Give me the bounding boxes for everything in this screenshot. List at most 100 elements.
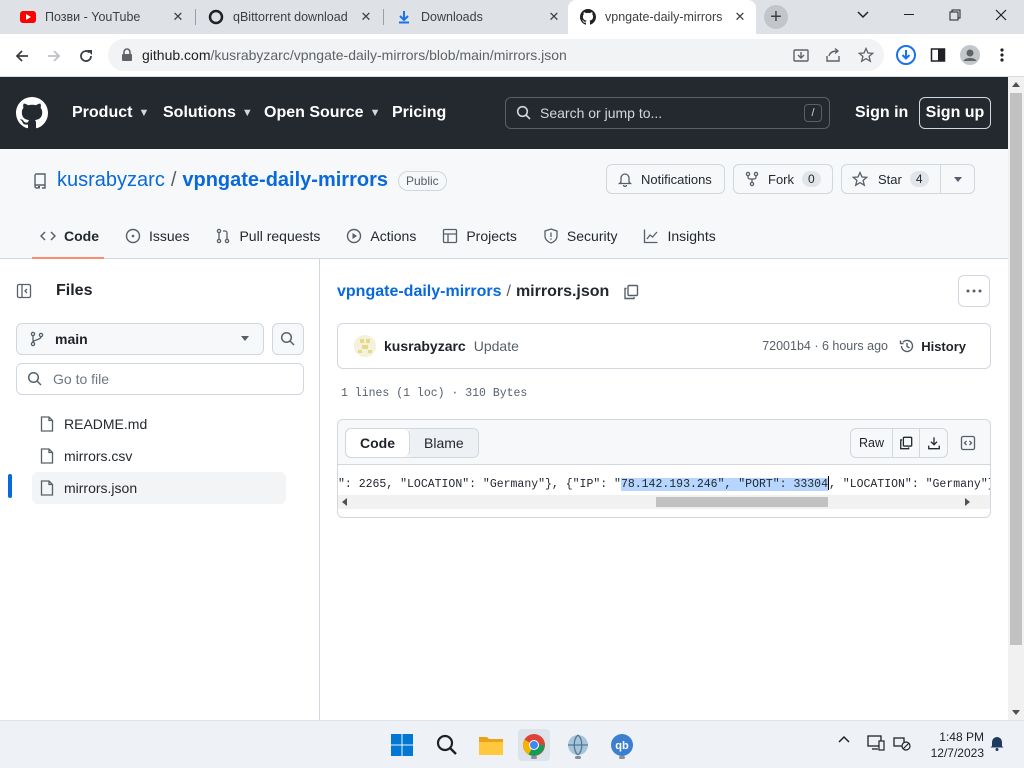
close-tab-icon[interactable]: ✕ bbox=[732, 9, 748, 25]
star-dropdown-button[interactable] bbox=[940, 164, 975, 194]
start-menu-icon[interactable] bbox=[386, 729, 418, 761]
downloads-icon[interactable] bbox=[895, 44, 917, 66]
search-input[interactable]: Search or jump to... / bbox=[505, 97, 830, 129]
minimize-icon[interactable] bbox=[886, 0, 932, 30]
commit-message-link[interactable]: Update bbox=[474, 338, 519, 354]
fork-label: Fork bbox=[768, 171, 794, 187]
blame-view-tab[interactable]: Blame bbox=[410, 429, 478, 457]
file-readme[interactable]: README.md bbox=[32, 408, 286, 440]
file-mirrors-csv[interactable]: mirrors.csv bbox=[32, 440, 286, 472]
show-hidden-icons-icon[interactable] bbox=[836, 735, 852, 743]
close-window-icon[interactable] bbox=[978, 0, 1024, 30]
scroll-up-icon[interactable] bbox=[1012, 82, 1020, 87]
page-vertical-scrollbar[interactable] bbox=[1008, 77, 1024, 720]
code-text: ": 2265, "LOCATION": "Germany"}, {"IP": … bbox=[338, 478, 621, 491]
notifications-button[interactable]: Notifications bbox=[606, 164, 725, 194]
tab-security[interactable]: Security bbox=[543, 226, 617, 246]
bookmark-star-icon[interactable] bbox=[855, 44, 877, 66]
branch-icon bbox=[30, 331, 44, 347]
file-search-button[interactable] bbox=[272, 323, 304, 355]
close-tab-icon[interactable]: ✕ bbox=[170, 9, 186, 25]
tab-issues[interactable]: Issues bbox=[125, 226, 189, 246]
browser-tab-youtube[interactable]: Позви - YouTube ✕ bbox=[8, 0, 194, 34]
scroll-down-icon[interactable] bbox=[1012, 710, 1020, 715]
close-tab-icon[interactable]: ✕ bbox=[358, 9, 374, 25]
history-button[interactable]: History bbox=[899, 338, 966, 354]
nav-pricing[interactable]: Pricing bbox=[392, 104, 446, 122]
fork-button[interactable]: Fork 0 bbox=[733, 164, 833, 194]
install-app-icon[interactable] bbox=[790, 44, 812, 66]
breadcrumb: vpngate-daily-mirrors / mirrors.json bbox=[337, 283, 639, 301]
horizontal-scrollbar[interactable] bbox=[338, 495, 990, 509]
github-logo-icon[interactable] bbox=[16, 97, 48, 129]
scroll-right-icon[interactable] bbox=[965, 498, 970, 506]
close-tab-icon[interactable]: ✕ bbox=[546, 9, 562, 25]
no-internet-icon[interactable] bbox=[892, 735, 912, 751]
sign-in-link[interactable]: Sign in bbox=[855, 104, 908, 122]
browser-tab-qbittorrent[interactable]: qBittorrent download ✕ bbox=[196, 0, 382, 34]
browser-tab-downloads[interactable]: Downloads ✕ bbox=[384, 0, 570, 34]
scrollbar-thumb[interactable] bbox=[1010, 93, 1022, 645]
copy-raw-icon[interactable] bbox=[893, 429, 920, 457]
tab-actions[interactable]: Actions bbox=[346, 226, 416, 246]
avatar[interactable] bbox=[354, 335, 376, 357]
profile-avatar-icon[interactable] bbox=[959, 44, 981, 66]
tab-pull-requests[interactable]: Pull requests bbox=[215, 226, 320, 246]
github-header: Product ▼ Solutions ▼ Open Source ▼ Pricing… bbox=[0, 77, 1008, 149]
play-icon bbox=[346, 228, 362, 244]
more-options-button[interactable] bbox=[958, 275, 990, 307]
fork-count: 0 bbox=[802, 171, 821, 187]
search-icon bbox=[280, 331, 295, 346]
file-explorer-icon[interactable] bbox=[475, 729, 507, 761]
nav-product[interactable]: Product ▼ bbox=[72, 104, 149, 122]
sign-up-button[interactable]: Sign up bbox=[919, 97, 991, 129]
network-app-icon[interactable] bbox=[562, 729, 594, 761]
copy-path-icon[interactable] bbox=[623, 284, 639, 300]
code-line[interactable]: ": 2265, "LOCATION": "Germany"}, {"IP": … bbox=[338, 476, 990, 491]
address-bar[interactable]: github.com/kusrabyzarc/vpngate-daily-mir… bbox=[108, 39, 884, 71]
star-button[interactable]: Star 4 bbox=[841, 164, 941, 194]
breadcrumb-repo-link[interactable]: vpngate-daily-mirrors bbox=[337, 283, 501, 301]
tab-projects[interactable]: Projects bbox=[442, 226, 517, 246]
tab-search-icon[interactable] bbox=[840, 0, 886, 30]
code-view-tab[interactable]: Code bbox=[346, 429, 410, 457]
restore-icon[interactable] bbox=[932, 0, 978, 30]
file-mirrors-json[interactable]: mirrors.json bbox=[32, 472, 286, 504]
forward-icon[interactable] bbox=[40, 42, 68, 70]
tab-code[interactable]: Code bbox=[40, 226, 99, 246]
system-clock[interactable]: 1:48 PM 12/7/2023 bbox=[924, 729, 984, 761]
chrome-menu-icon[interactable] bbox=[991, 44, 1013, 66]
file-name: mirrors.csv bbox=[64, 448, 133, 464]
sidebar-collapse-icon[interactable] bbox=[16, 281, 48, 301]
notifications-bell-icon[interactable] bbox=[988, 735, 1006, 751]
nav-open-source[interactable]: Open Source ▼ bbox=[264, 104, 380, 122]
go-to-file-input[interactable]: Go to file bbox=[16, 363, 304, 395]
tab-insights[interactable]: Insights bbox=[643, 226, 716, 246]
download-icon bbox=[396, 9, 412, 25]
scrollbar-thumb[interactable] bbox=[656, 497, 828, 507]
reload-icon[interactable] bbox=[72, 42, 100, 70]
symbols-panel-icon[interactable] bbox=[954, 428, 982, 458]
display-icon[interactable] bbox=[866, 735, 886, 751]
qbittorrent-taskbar-icon[interactable]: qb bbox=[606, 729, 638, 761]
download-raw-icon[interactable] bbox=[920, 429, 947, 457]
repo-name-link[interactable]: vpngate-daily-mirrors bbox=[182, 169, 388, 192]
share-icon[interactable] bbox=[822, 44, 844, 66]
repo-owner-link[interactable]: kusrabyzarc bbox=[57, 169, 165, 192]
back-icon[interactable] bbox=[8, 42, 36, 70]
nav-label: Pricing bbox=[392, 104, 447, 121]
file-icon bbox=[40, 448, 54, 464]
side-panel-icon[interactable] bbox=[927, 44, 949, 66]
code-viewer: Code Blame Raw ": 2265, "LOCATION": "Ger… bbox=[337, 419, 991, 518]
raw-button[interactable]: Raw bbox=[851, 429, 893, 457]
latest-commit-box: kusrabyzarc Update 72001b4 · 6 hours ago… bbox=[337, 323, 991, 369]
search-icon[interactable] bbox=[431, 729, 463, 761]
branch-selector[interactable]: main bbox=[16, 323, 264, 355]
new-tab-button[interactable]: + bbox=[764, 5, 788, 29]
scroll-left-icon[interactable] bbox=[342, 498, 347, 506]
commit-sha-time[interactable]: 72001b4 · 6 hours ago bbox=[762, 339, 888, 353]
commit-author-link[interactable]: kusrabyzarc bbox=[384, 338, 466, 354]
nav-solutions[interactable]: Solutions ▼ bbox=[163, 104, 253, 122]
browser-tab-github-active[interactable]: vpngate-daily-mirrors ✕ bbox=[568, 0, 756, 34]
chrome-taskbar-icon[interactable] bbox=[518, 729, 550, 761]
